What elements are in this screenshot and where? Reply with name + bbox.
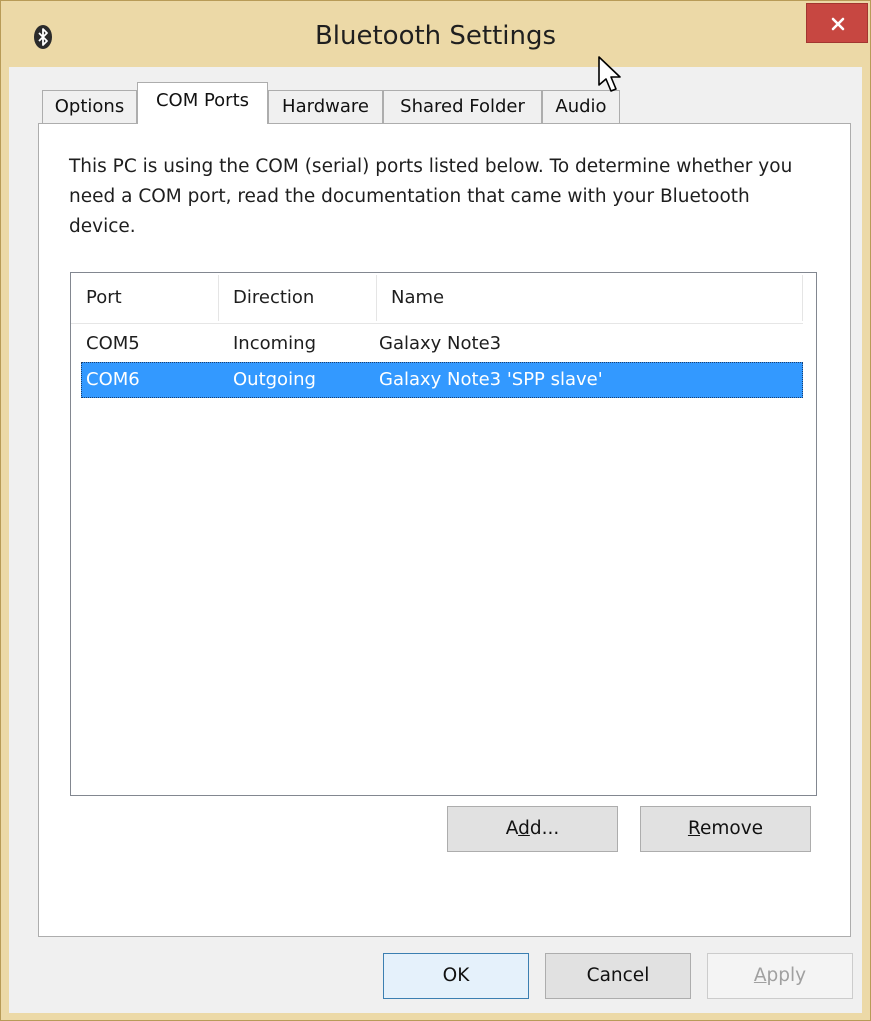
list-row-com6[interactable]: COM6 Outgoing Galaxy Note3 'SPP slave' (81, 362, 803, 398)
apply-button-label-end: pply (766, 965, 807, 986)
add-button-label-start: A (505, 818, 519, 839)
cancel-button[interactable]: Cancel (545, 953, 691, 999)
column-separator[interactable] (802, 275, 803, 321)
mouse-pointer-icon (598, 56, 621, 92)
com-ports-panel: This PC is using the COM (serial) ports … (38, 123, 851, 937)
tab-audio[interactable]: Audio (542, 90, 620, 124)
add-port-button[interactable]: Add... (447, 806, 618, 852)
column-header-port[interactable]: Port (71, 273, 218, 323)
remove-button-label-end: emove (699, 818, 764, 839)
window-title: Bluetooth Settings (314, 21, 557, 51)
name-cell: Galaxy Note3 'SPP slave' (379, 369, 603, 390)
remove-button-mnemonic: R (687, 818, 700, 839)
name-cell: Galaxy Note3 (379, 333, 502, 354)
port-cell: COM6 (86, 369, 140, 390)
tab-com-ports[interactable]: COM Ports (137, 82, 268, 124)
apply-button-mnemonic: A (753, 965, 767, 986)
apply-button[interactable]: Apply (707, 953, 853, 999)
dialog-client-area: Options COM Ports Hardware Shared Folder… (9, 67, 862, 1013)
tab-hardware[interactable]: Hardware (268, 90, 383, 124)
list-row-com5[interactable]: COM5 Incoming Galaxy Note3 (81, 326, 803, 362)
column-header-direction[interactable]: Direction (218, 273, 376, 323)
direction-cell: Incoming (233, 333, 316, 354)
com-ports-list[interactable]: Port Direction Name COM5 Incoming Galaxy… (70, 272, 817, 796)
column-header-name[interactable]: Name (376, 273, 803, 323)
com-ports-description: This PC is using the COM (serial) ports … (69, 156, 793, 237)
title-bar[interactable]: Bluetooth Settings (1, 1, 870, 75)
ok-button[interactable]: OK (383, 953, 529, 999)
add-button-label-end: d... (529, 818, 560, 839)
remove-port-button[interactable]: Remove (640, 806, 811, 852)
port-cell: COM5 (86, 333, 140, 354)
tab-shared-folder[interactable]: Shared Folder (383, 90, 542, 124)
close-icon (831, 17, 845, 31)
tab-options[interactable]: Options (42, 90, 137, 124)
bluetooth-settings-window: Bluetooth Settings Options COM Ports Har… (0, 0, 871, 1021)
list-header: Port Direction Name (71, 273, 803, 324)
direction-cell: Outgoing (233, 369, 316, 390)
close-button[interactable] (806, 3, 868, 43)
add-button-mnemonic: d (518, 818, 530, 839)
